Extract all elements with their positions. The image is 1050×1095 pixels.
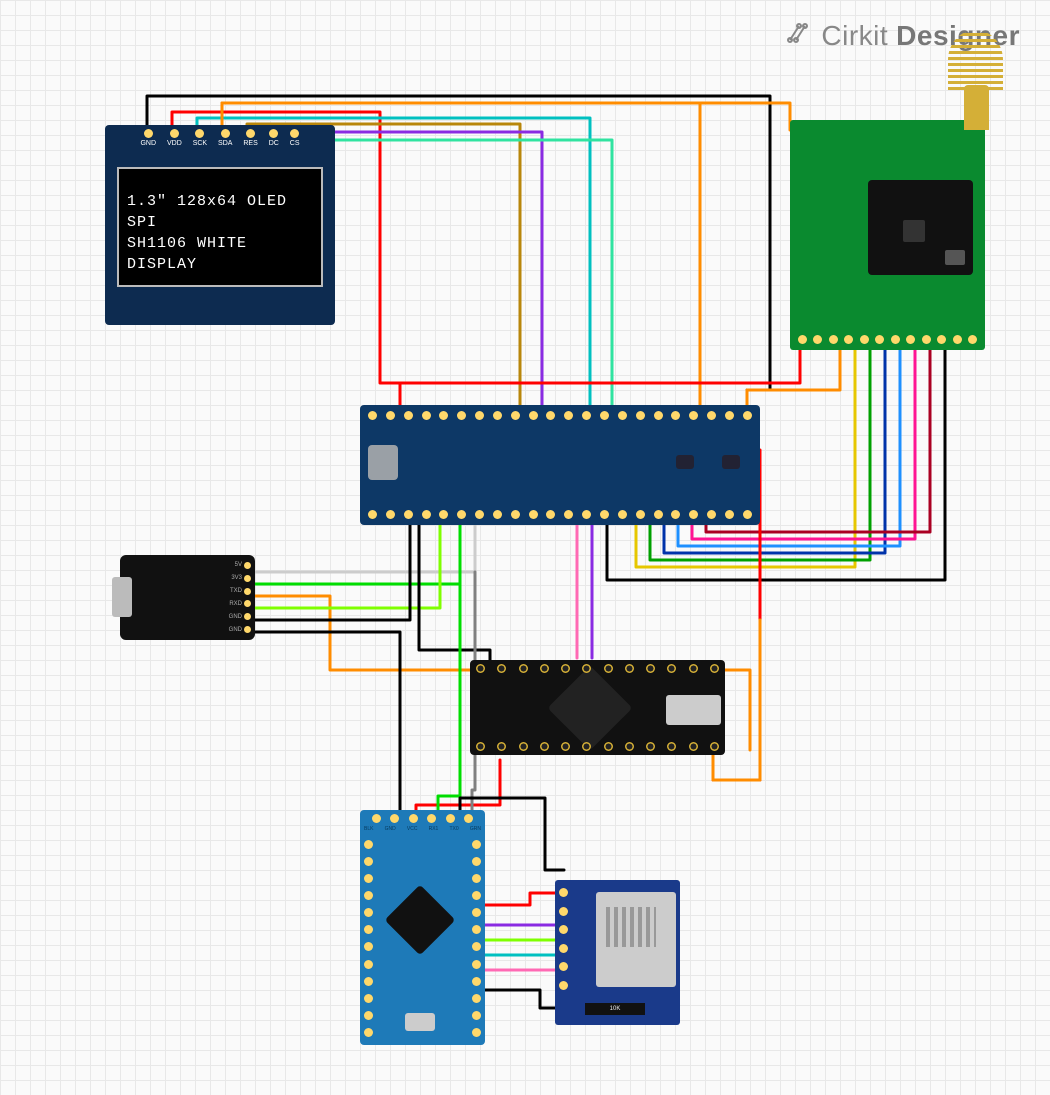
usb-ttl-pin-3v3: 3V3 [231, 575, 242, 581]
component-usb-ttl[interactable]: 5V 3V3 TXD RXD GND GND [120, 555, 255, 640]
oled-pin-header: GND VDD SCK SDA RES DC CS [135, 129, 305, 147]
maple-button-1 [676, 455, 694, 469]
promicro-sd-slot [666, 695, 721, 725]
maple-usb [368, 445, 398, 480]
sd-resistor-label: 10K [585, 1003, 645, 1015]
component-promicro[interactable] [470, 660, 725, 755]
component-rf-module[interactable] [790, 120, 985, 350]
oled-screen-line2: SH1106 WHITE DISPLAY [127, 233, 313, 275]
rf-pins [798, 335, 977, 344]
antenna-base [964, 85, 989, 130]
maple-pins-bottom [368, 510, 752, 519]
oled-screen: 1.3" 128x64 OLED SPI SH1106 WHITE DISPLA… [117, 167, 323, 287]
sd-slot [596, 892, 676, 987]
oled-pin-res: RES [243, 140, 257, 147]
oled-pin-dc: DC [269, 140, 279, 147]
usb-ttl-pins: 5V 3V3 TXD RXD GND GND [229, 559, 251, 636]
promini-pins-left [364, 840, 373, 1037]
oled-screen-line1: 1.3" 128x64 OLED SPI [127, 191, 313, 233]
promini-programming-header [372, 814, 473, 823]
sd-pins [559, 888, 568, 990]
component-arduino-pro-mini[interactable]: BLK GND VCC RX1 TX0 GRN [360, 810, 485, 1045]
oled-pin-cs: CS [290, 140, 300, 147]
component-maple-mini[interactable] [360, 405, 760, 525]
promini-reset-button [405, 1013, 435, 1031]
component-sd-module[interactable]: 10K [555, 880, 680, 1025]
design-canvas[interactable]: Cirkit Designer [0, 0, 1050, 1095]
promini-silk-top: BLK GND VCC RX1 TX0 GRN [364, 826, 481, 832]
usb-ttl-pin-gnd2: GND [229, 627, 242, 633]
promicro-pins-top [476, 664, 719, 673]
component-oled[interactable]: GND VDD SCK SDA RES DC CS 1.3" 128x64 OL… [105, 125, 335, 325]
oled-pin-vdd: VDD [167, 140, 182, 147]
promini-chip [385, 885, 456, 956]
promicro-pins-bottom [476, 742, 719, 751]
oled-pin-sda: SDA [218, 140, 232, 147]
maple-pins-top [368, 411, 752, 420]
usb-ttl-pin-5v: 5V [235, 562, 242, 568]
usb-c-connector [112, 577, 132, 617]
watermark-brand: Cirkit [821, 20, 888, 52]
usb-ttl-pin-rxd: RXD [229, 601, 242, 607]
circuit-icon [787, 20, 813, 52]
oled-pin-gnd: GND [140, 140, 156, 147]
promini-pins-right [472, 840, 481, 1037]
usb-ttl-pin-gnd: GND [229, 614, 242, 620]
rf-chip2 [945, 250, 965, 265]
oled-pin-sck: SCK [193, 140, 207, 147]
antenna-icon [948, 30, 1003, 90]
maple-button-2 [722, 455, 740, 469]
promicro-chip [548, 666, 633, 751]
usb-ttl-pin-txd: TXD [230, 588, 242, 594]
